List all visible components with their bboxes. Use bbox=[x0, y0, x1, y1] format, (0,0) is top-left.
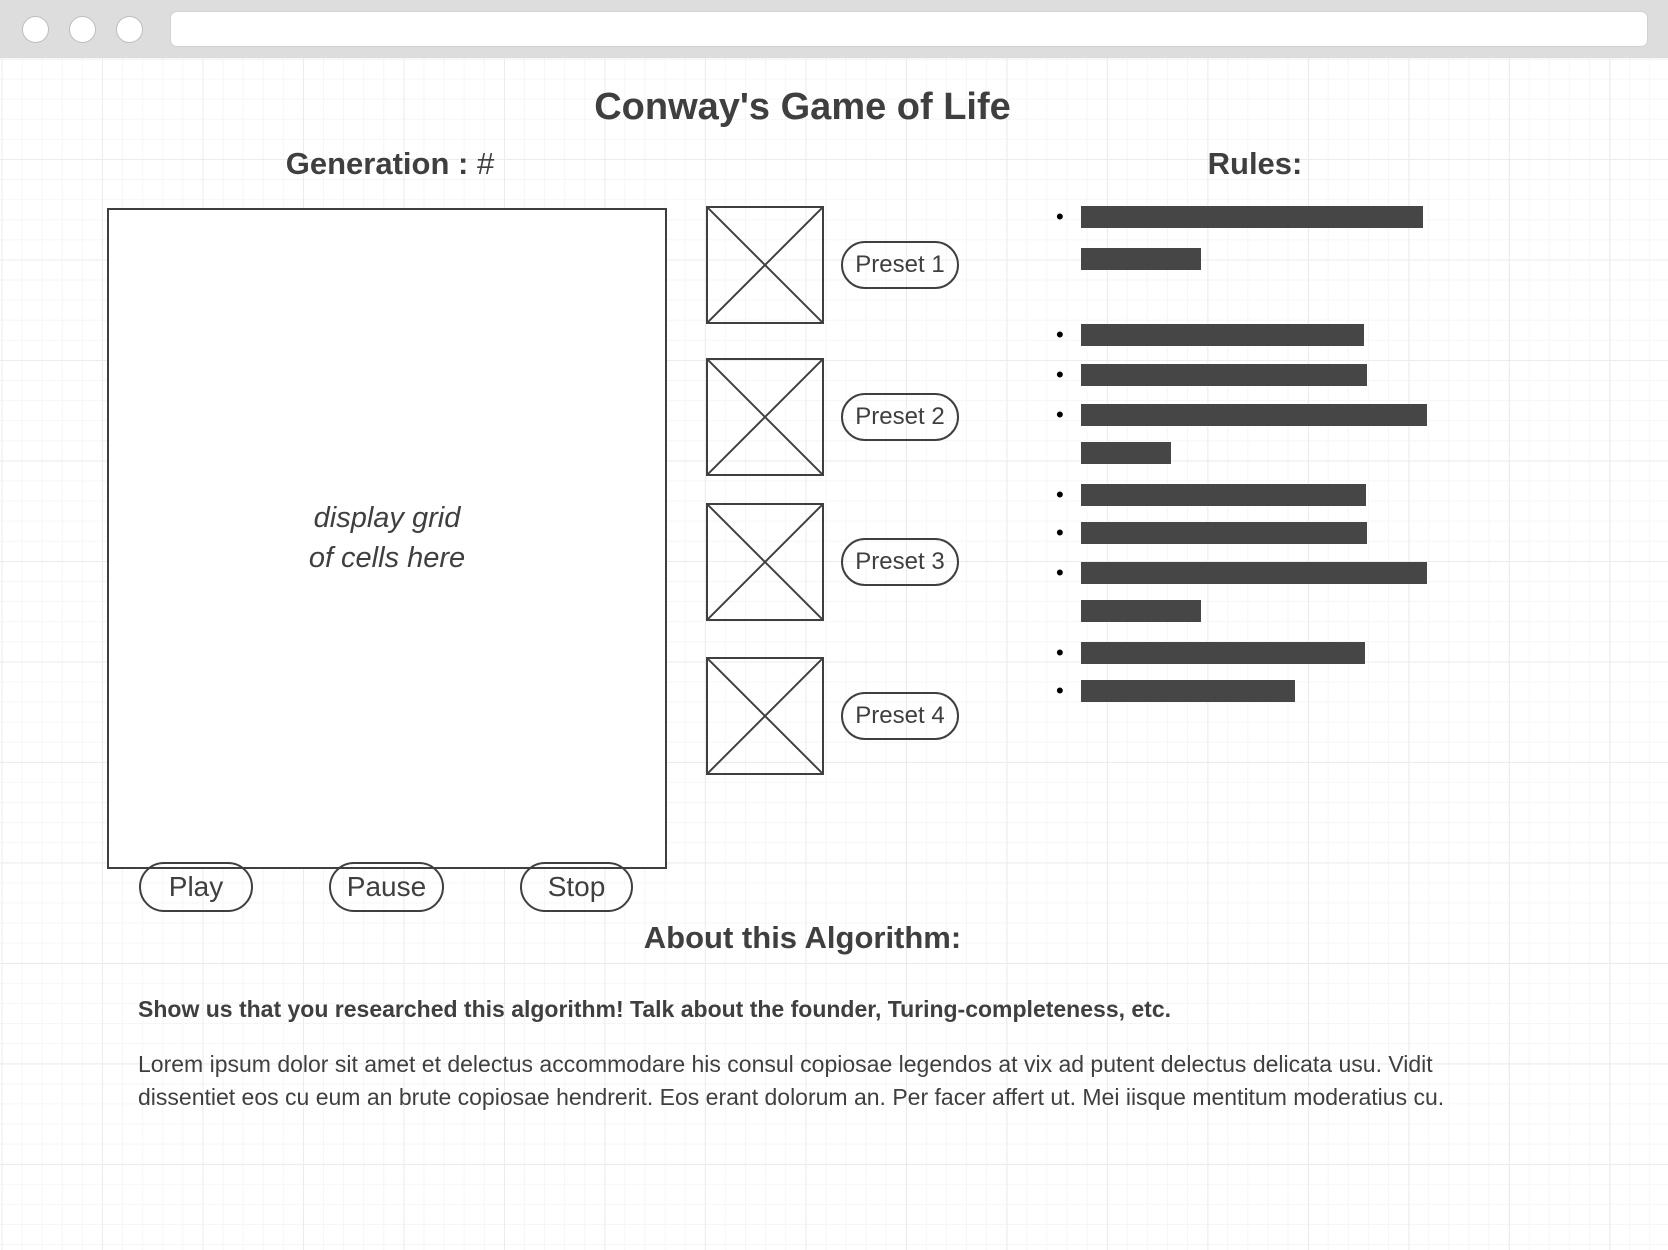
preset-row: Preset 1 bbox=[706, 206, 959, 324]
generation-counter: Generation : # bbox=[110, 146, 670, 182]
about-lead-text: Show us that you researched this algorit… bbox=[138, 996, 1172, 1022]
rule-placeholder-line: • bbox=[1056, 599, 1201, 623]
preset-row: Preset 2 bbox=[706, 358, 959, 476]
preset-row: Preset 3 bbox=[706, 503, 959, 621]
rule-placeholder-line: • bbox=[1056, 441, 1171, 465]
rule-bullet-icon: • bbox=[1056, 678, 1064, 703]
rule-placeholder-line: • bbox=[1056, 205, 1423, 229]
url-input[interactable] bbox=[170, 11, 1648, 47]
preset-2-button[interactable]: Preset 2 bbox=[841, 393, 959, 441]
preset-1-button[interactable]: Preset 1 bbox=[841, 241, 959, 289]
rule-placeholder-bar bbox=[1081, 248, 1201, 270]
rule-placeholder-line: • bbox=[1056, 403, 1427, 427]
rules-heading: Rules: bbox=[1207, 146, 1303, 181]
rule-bullet-icon: • bbox=[1056, 640, 1064, 665]
rule-placeholder-bar bbox=[1081, 324, 1364, 346]
rule-bullet-icon: • bbox=[1056, 560, 1064, 585]
rule-placeholder-line: • bbox=[1056, 483, 1366, 507]
browser-chrome bbox=[0, 0, 1668, 58]
rule-bullet-icon: • bbox=[1056, 402, 1064, 427]
preset-4-button[interactable]: Preset 4 bbox=[841, 692, 959, 740]
about-heading: About this Algorithm: bbox=[643, 920, 962, 955]
rule-bullet-icon: • bbox=[1056, 204, 1064, 229]
minimize-dot-icon[interactable] bbox=[69, 15, 96, 43]
rule-placeholder-bar bbox=[1081, 680, 1295, 702]
rule-placeholder-bar bbox=[1081, 522, 1367, 544]
preset-thumbnail-placeholder-icon[interactable] bbox=[706, 503, 824, 621]
pause-button[interactable]: Pause bbox=[329, 862, 444, 912]
generation-counter-value: # bbox=[476, 146, 495, 181]
display-grid[interactable]: display grid of cells here bbox=[107, 208, 667, 869]
rule-bullet-icon: • bbox=[1056, 520, 1064, 545]
rule-placeholder-bar bbox=[1081, 562, 1427, 584]
close-dot-icon[interactable] bbox=[22, 15, 49, 43]
rule-placeholder-bar bbox=[1081, 364, 1367, 386]
rule-placeholder-bar bbox=[1081, 442, 1171, 464]
preset-3-button[interactable]: Preset 3 bbox=[841, 538, 959, 586]
rule-bullet-icon: • bbox=[1056, 362, 1064, 387]
rule-placeholder-line: • bbox=[1056, 561, 1427, 585]
maximize-dot-icon[interactable] bbox=[116, 15, 143, 43]
preset-thumbnail-placeholder-icon[interactable] bbox=[706, 358, 824, 476]
rule-placeholder-bar bbox=[1081, 404, 1427, 426]
rule-placeholder-bar bbox=[1081, 206, 1423, 228]
rule-bullet-icon: • bbox=[1056, 482, 1064, 507]
rule-placeholder-line: • bbox=[1056, 363, 1367, 387]
page-title: Conway's Game of Life bbox=[594, 86, 1011, 128]
preset-thumbnail-placeholder-icon[interactable] bbox=[706, 206, 824, 324]
rule-placeholder-line: • bbox=[1056, 247, 1201, 271]
rule-placeholder-line: • bbox=[1056, 679, 1295, 703]
generation-counter-label: Generation : bbox=[285, 146, 469, 181]
wireframe-canvas: Conway's Game of Life Generation : # Rul… bbox=[0, 58, 1668, 1250]
rule-bullet-icon: • bbox=[1056, 322, 1064, 347]
preset-thumbnail-placeholder-icon[interactable] bbox=[706, 657, 824, 775]
rule-placeholder-bar bbox=[1081, 484, 1366, 506]
rule-placeholder-bar bbox=[1081, 600, 1201, 622]
transport-controls: Play Pause Stop bbox=[139, 862, 633, 912]
play-button[interactable]: Play bbox=[139, 862, 253, 912]
preset-row: Preset 4 bbox=[706, 657, 959, 775]
rule-placeholder-line: • bbox=[1056, 521, 1367, 545]
display-grid-placeholder-text: display grid of cells here bbox=[308, 502, 466, 574]
window-controls bbox=[22, 15, 143, 43]
rule-placeholder-line: • bbox=[1056, 641, 1365, 665]
rule-placeholder-bar bbox=[1081, 642, 1365, 664]
about-body-text: Lorem ipsum dolor sit amet et delectus a… bbox=[138, 1051, 1445, 1110]
rule-placeholder-line: • bbox=[1056, 323, 1364, 347]
stop-button[interactable]: Stop bbox=[520, 862, 633, 912]
